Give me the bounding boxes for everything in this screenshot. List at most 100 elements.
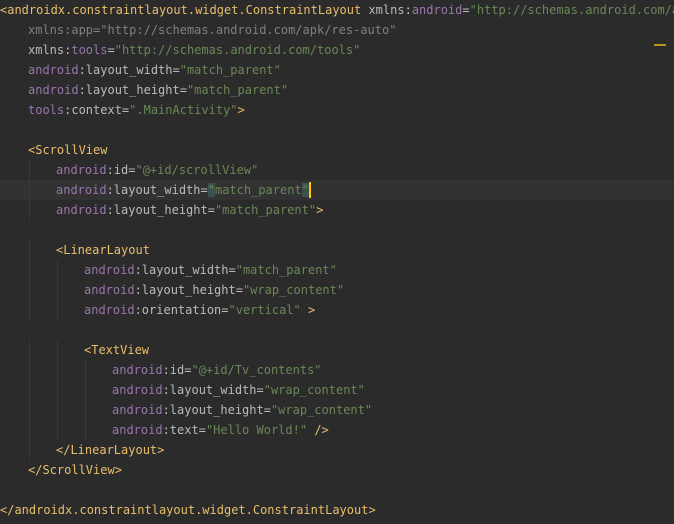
code-token: :context= [64,103,130,117]
code-token: <androidx.constraintlayout.widget.Constr… [0,3,362,17]
code-token: android [28,63,79,77]
code-token: xmlns: [361,3,412,17]
indent-guide [57,260,58,280]
code-line[interactable]: tools:context=".MainActivity"> [0,100,674,120]
code-line[interactable]: <LinearLayout [0,240,674,260]
code-text: </ScrollView> [28,460,122,480]
indent-guide [57,380,58,400]
code-text: android:id="@+id/Tv_contents" [112,360,322,380]
indent-guide [57,300,58,320]
code-token: "vertical" [228,303,301,317]
code-token: :layout_width= [134,263,236,277]
code-token: android [112,403,163,417]
code-line[interactable]: </LinearLayout> [0,440,674,460]
code-line[interactable]: </androidx.constraintlayout.widget.Const… [0,500,674,520]
code-line[interactable]: <TextView [0,340,674,360]
indent-guide [29,240,30,260]
code-line[interactable] [0,120,674,140]
code-token: = [107,43,115,57]
code-token: :id= [106,163,136,177]
code-token: :orientation= [134,303,229,317]
code-line[interactable]: android:text="Hello World!" /> [0,420,674,440]
current-code-line[interactable]: android:layout_width="match_parent" [0,180,674,200]
code-line[interactable]: android:layout_height="match_parent" [0,80,674,100]
code-token: "@+id/Tv_contents" [191,363,322,377]
code-line[interactable]: android:id="@+id/Tv_contents" [0,360,674,380]
code-token: :layout_height= [134,283,243,297]
code-token: :layout_height= [78,83,187,97]
code-token: :text= [162,423,206,437]
code-token: "wrap_content" [242,283,345,297]
code-line[interactable] [0,220,674,240]
code-line[interactable]: <ScrollView [0,140,674,160]
code-token: "http://schemas.android.com/apk [469,3,674,17]
code-line[interactable]: android:layout_height="wrap_content" [0,280,674,300]
code-line[interactable]: android:layout_width="match_parent" [0,260,674,280]
code-token: </LinearLayout> [56,443,165,457]
code-token: android [56,203,107,217]
code-text: <TextView [84,340,149,360]
code-token: :layout_height= [162,403,271,417]
code-token: > [237,103,245,117]
code-token: android [112,363,163,377]
code-token: <ScrollView [28,143,108,157]
warning-marker-icon[interactable] [654,44,666,46]
code-token: "match_parent" [214,203,317,217]
code-line[interactable]: android:layout_height="match_parent"> [0,200,674,220]
code-token: /> [307,423,329,437]
code-text: tools:context=".MainActivity"> [28,100,245,120]
code-token: :layout_width= [106,183,208,197]
indent-guide [29,180,30,200]
code-line[interactable]: android:layout_width="wrap_content" [0,380,674,400]
code-text: xmlns:app="http://schemas.android.com/ap… [28,20,396,40]
code-line[interactable]: xmlns:app="http://schemas.android.com/ap… [0,20,674,40]
code-text: android:layout_height="match_parent" [28,80,288,100]
code-token: "match_parent" [186,83,289,97]
code-line[interactable] [0,320,674,340]
code-token: ".MainActivity" [129,103,238,117]
indent-guide [57,400,58,420]
code-token: :layout_width= [78,63,180,77]
code-token: :id= [162,363,192,377]
code-text: android:layout_width="match_parent" [28,60,281,80]
code-text: <LinearLayout [56,240,150,260]
code-line[interactable]: android:id="@+id/scrollView" [0,160,674,180]
indent-guide [29,200,30,220]
text-caret [309,182,311,198]
code-token: " [301,183,309,197]
code-text: android:layout_height="wrap_content" [112,400,372,420]
code-token: "match_parent" [235,263,337,277]
code-text: android:text="Hello World!" /> [112,420,329,440]
code-token: <LinearLayout [56,243,150,257]
indent-guide [85,360,86,380]
code-token: android [112,423,163,437]
code-line[interactable]: android:layout_height="wrap_content" [0,400,674,420]
indent-guide [29,260,30,280]
code-text: android:layout_width="match_parent" [84,260,337,280]
indent-guide [57,420,58,440]
code-text: android:id="@+id/scrollView" [56,160,258,180]
code-token: "match_parent" [179,63,281,77]
code-token: > [300,303,316,317]
code-text: </androidx.constraintlayout.widget.Const… [0,500,376,520]
code-token: xmlns: [28,43,72,57]
code-token: <TextView [84,343,150,357]
code-line[interactable] [0,480,674,500]
code-editor[interactable]: <androidx.constraintlayout.widget.Constr… [0,0,674,524]
code-token: "@+id/scrollView" [135,163,259,177]
code-token: "http://schemas.android.com/tools" [114,43,361,57]
code-token: "wrap_content" [270,403,373,417]
code-text: <ScrollView [28,140,107,160]
indent-guide [57,280,58,300]
indent-guide [29,420,30,440]
code-token: xmlns:app="http://schemas.android.com/ap… [28,23,397,37]
code-line[interactable]: xmlns:tools="http://schemas.android.com/… [0,40,674,60]
code-text: android:orientation="vertical" > [84,300,315,320]
code-line[interactable]: android:layout_width="match_parent" [0,60,674,80]
code-line[interactable]: android:orientation="vertical" > [0,300,674,320]
code-line[interactable]: </ScrollView> [0,460,674,480]
indent-guide [85,400,86,420]
code-token: "Hello World!" [205,423,308,437]
indent-guide [57,340,58,360]
code-line[interactable]: <androidx.constraintlayout.widget.Constr… [0,0,674,20]
